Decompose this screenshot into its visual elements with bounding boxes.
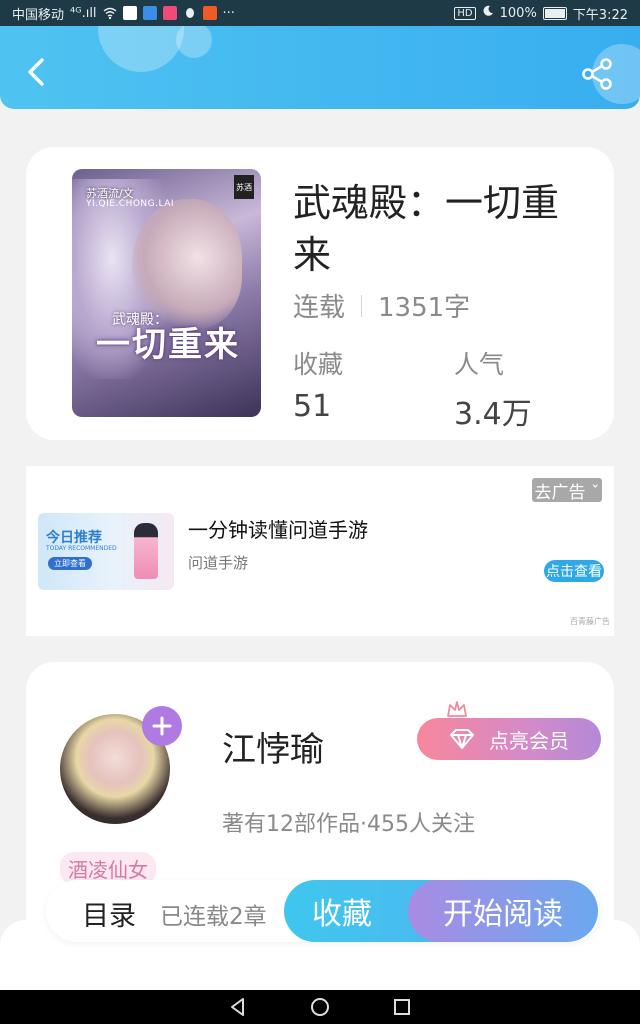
cover-title: 一切重来 [96,325,240,365]
ad-image-subtitle: TODAY RECOMMENDED [46,545,117,552]
signal-indicator: ⁴ᴳ.ıll [70,5,97,21]
favorites-value: 51 [293,389,332,424]
battery-percent: 100% [499,5,537,21]
remove-ad-button[interactable]: 去广告 ˇ [532,478,602,503]
system-nav-bar [0,990,640,1024]
cover-badge: 苏酒 [234,175,254,199]
ad-image[interactable]: 今日推荐 TODAY RECOMMENDED 立即查看 [38,513,174,590]
ad-image-figure [134,523,158,579]
book-meta: 连载 1351字 [293,287,470,324]
carrier-label: 中国移动 [12,7,65,23]
wifi-icon [103,6,117,20]
status-bar: 中国移动 ⁴ᴳ.ıll ··· HD 100% 下午3:22 [0,0,640,26]
collect-label: 收藏 [312,897,372,932]
share-button[interactable] [580,56,616,92]
plus-icon [152,716,172,736]
follow-author-button[interactable] [142,706,182,746]
popularity-label: 人气 [454,350,505,379]
popularity-value: 3.4万 [454,397,532,432]
book-title: 武魂殿：一切重来 [293,181,560,277]
back-button[interactable] [20,54,56,90]
moon-icon [482,5,494,21]
ad-title[interactable]: 一分钟读懂问道手游 [188,514,368,543]
qq-icon [183,6,197,20]
bottom-action-bar: 目录 已连载2章 收藏 开始阅读 [46,880,600,942]
app-notification-icon [142,6,157,20]
crown-icon [447,701,467,717]
author-name: 江悖瑜 [222,730,324,770]
ad-provider-label: 百青藤广告 [570,617,610,626]
decorative-bubble [98,26,184,72]
meta-divider [361,294,363,317]
app-notification-icon [202,6,217,20]
cover-pinyin: YI.QIE.CHONG.LAI [86,199,175,209]
table-of-contents-button[interactable]: 目录 [82,894,136,933]
book-cover[interactable]: 苏酒流/文 YI.QIE.CHONG.LAI 苏酒 武魂殿： 一切重来 [72,169,261,417]
clock: 下午3:22 [572,7,628,23]
battery-icon [542,6,567,20]
activate-vip-button[interactable]: 点亮会员 [417,718,601,760]
hd-badge: HD [454,6,476,20]
ad-image-button: 立即查看 [48,557,92,570]
book-status: 连载 [293,293,346,323]
chapter-count: 已连载2章 [160,904,267,930]
chevron-left-icon [28,58,44,86]
share-icon [582,58,612,90]
vip-label: 点亮会员 [489,728,569,753]
ad-image-title: 今日推荐 [46,530,102,546]
ad-source: 问道手游 [188,554,249,572]
nav-recents-icon[interactable] [391,996,413,1018]
app-notification-icon [122,6,137,20]
read-label: 开始阅读 [443,897,563,932]
author-stats: 著有12部作品·455人关注 [222,812,475,837]
book-word-count: 1351字 [378,293,471,323]
ad-view-button[interactable]: 点击查看 [544,560,604,582]
more-notifications: ··· [222,5,235,21]
decorative-bubble [176,26,212,58]
book-info-card: 苏酒流/文 YI.QIE.CHONG.LAI 苏酒 武魂殿： 一切重来 武魂殿：… [26,147,614,440]
diamond-icon [450,729,474,749]
nav-home-icon[interactable] [309,996,331,1018]
video-app-icon [162,6,177,20]
ad-card[interactable]: 去广告 ˇ 今日推荐 TODAY RECOMMENDED 立即查看 一分钟读懂问… [26,466,614,636]
top-header [0,26,640,109]
favorites-label: 收藏 [293,350,344,379]
start-reading-button[interactable]: 开始阅读 [408,880,598,942]
nav-back-icon[interactable] [227,996,249,1018]
